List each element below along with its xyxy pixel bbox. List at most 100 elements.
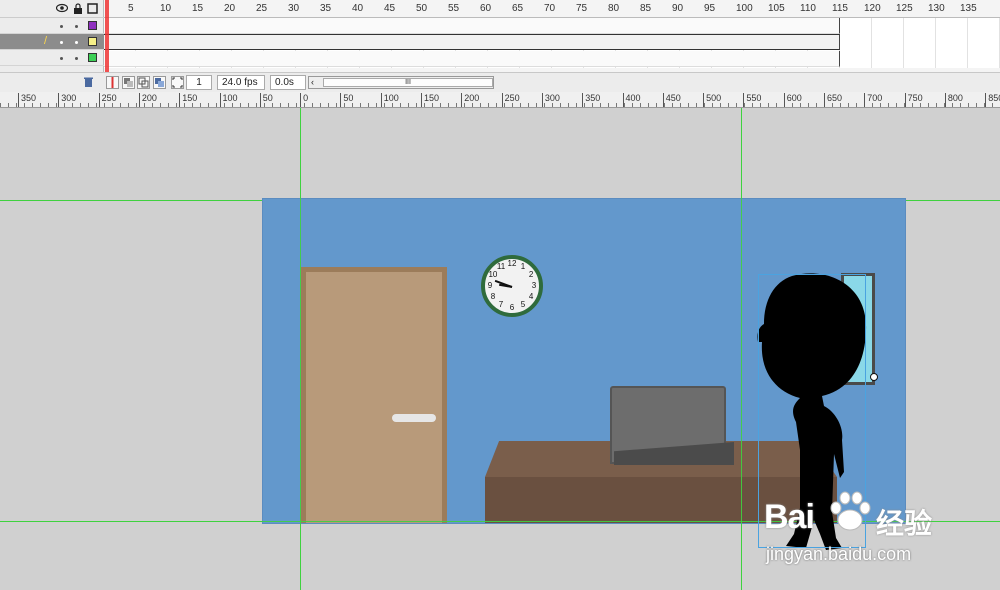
layer-row[interactable] xyxy=(0,18,104,34)
clock-number: 1 xyxy=(520,261,526,271)
frame-number-label: 60 xyxy=(480,3,492,14)
frame-number-label: 120 xyxy=(864,3,881,14)
frame-number-label: 90 xyxy=(672,3,684,14)
wall-clock[interactable]: 12 1 2 3 4 5 6 7 8 9 10 11 xyxy=(481,255,543,317)
clock-number: 3 xyxy=(531,281,537,290)
ruler-label: 550 xyxy=(743,93,761,107)
ruler-label: 800 xyxy=(944,93,963,107)
frame-number-label: 70 xyxy=(544,3,556,14)
onion-outline-icon[interactable] xyxy=(137,76,150,89)
ruler-label: 200 xyxy=(461,93,479,107)
frame-track[interactable] xyxy=(104,18,840,34)
ruler-label: 500 xyxy=(703,93,721,107)
frame-number-label: 15 xyxy=(192,3,204,14)
frame-number-label: 85 xyxy=(640,3,652,14)
clock-number: 4 xyxy=(528,292,534,301)
frame-number-label: 10 xyxy=(160,3,172,14)
timeline-panel: / 5 10 15 20 25 30 35 40 45 50 55 60 65 70 75 80 85 90 95 1… xyxy=(0,0,1000,92)
layer-color-swatch[interactable] xyxy=(88,53,97,62)
visibility-dot[interactable] xyxy=(60,41,63,44)
modify-markers-icon[interactable] xyxy=(171,76,184,89)
clock-number: 11 xyxy=(496,261,506,271)
frame-number-label: 50 xyxy=(416,3,428,14)
visibility-dot[interactable] xyxy=(60,57,63,60)
registration-point[interactable] xyxy=(870,373,878,381)
clock-number: 8 xyxy=(490,292,496,301)
ruler-label: 850 xyxy=(985,93,1000,107)
edit-multiple-frames-icon[interactable] xyxy=(153,76,166,89)
frame-number-label: 110 xyxy=(800,3,816,14)
clock-number: 7 xyxy=(498,300,504,310)
frame-rate-field[interactable]: 24.0 fps xyxy=(217,75,265,90)
ruler-label: 250 xyxy=(98,93,117,107)
ruler-label: 350 xyxy=(582,93,600,107)
current-frame-field[interactable]: 1 xyxy=(186,75,212,90)
ruler-label: 100 xyxy=(219,93,238,107)
frame-number-label: 75 xyxy=(576,3,588,14)
pencil-icon: / xyxy=(44,35,48,47)
scroll-left-icon[interactable]: ‹ xyxy=(311,77,314,88)
ruler-label: 400 xyxy=(622,93,641,107)
ruler-label: 450 xyxy=(662,93,681,107)
outline-icon[interactable] xyxy=(87,3,98,14)
door-graphic[interactable] xyxy=(301,267,447,523)
timeline-scrollbar[interactable]: ‹ III xyxy=(308,76,494,89)
trash-icon[interactable] xyxy=(82,76,95,89)
baidu-watermark: Bai 经验 jingyan.baidu.com xyxy=(764,486,996,582)
frame-track-selected[interactable] xyxy=(104,34,840,50)
lock-dot[interactable] xyxy=(75,25,78,28)
ruler-label: 650 xyxy=(824,93,842,107)
frame-number-label: 95 xyxy=(704,3,716,14)
onion-skin-icon[interactable] xyxy=(122,76,135,89)
eye-icon[interactable] xyxy=(55,3,69,14)
clock-number: 10 xyxy=(488,270,498,279)
lock-dot[interactable] xyxy=(75,41,78,44)
ruler-label: 100 xyxy=(380,93,399,107)
frame-number-label: 45 xyxy=(384,3,396,14)
frame-number-label: 25 xyxy=(256,3,268,14)
lock-icon[interactable] xyxy=(72,3,83,14)
guide-line-vertical-overlay xyxy=(741,108,742,590)
watermark-suffix: 经验 xyxy=(876,507,933,540)
frame-number-label: 65 xyxy=(512,3,524,14)
watermark-brand: Bai xyxy=(764,498,815,536)
frame-grid[interactable] xyxy=(104,18,1000,68)
frame-number-label: 55 xyxy=(448,3,460,14)
watermark-url: jingyan.baidu.com xyxy=(766,544,912,564)
ruler-label: 250 xyxy=(501,93,520,107)
frame-ruler[interactable]: 5 10 15 20 25 30 35 40 45 50 55 60 65 70 75 80 85 90 95 100… xyxy=(104,0,1000,18)
frame-number-label: 35 xyxy=(320,3,332,14)
frame-number-label: 40 xyxy=(352,3,364,14)
center-frame-icon[interactable] xyxy=(106,76,119,89)
paw-icon xyxy=(830,491,871,531)
lock-dot[interactable] xyxy=(75,57,78,60)
playhead[interactable] xyxy=(105,0,109,72)
ruler-label: 750 xyxy=(904,93,923,107)
frame-track[interactable] xyxy=(104,51,840,67)
layer-row[interactable] xyxy=(0,50,104,66)
clock-number: 9 xyxy=(487,281,493,290)
timeline-footer: 1 24.0 fps 0.0s ‹ III xyxy=(0,72,1000,92)
frame-number-label: 80 xyxy=(608,3,620,14)
layer-color-swatch[interactable] xyxy=(88,37,97,46)
ruler-label: 50 xyxy=(340,93,353,107)
clock-number: 5 xyxy=(520,300,526,310)
guide-line-vertical-overlay xyxy=(300,108,301,590)
visibility-dot[interactable] xyxy=(60,25,63,28)
frame-number-label: 30 xyxy=(288,3,300,14)
ruler-label: 600 xyxy=(783,93,802,107)
layer-color-swatch[interactable] xyxy=(88,21,97,30)
frame-number-label: 5 xyxy=(128,3,134,14)
ruler-label: 350 xyxy=(18,93,36,107)
ruler-label: 700 xyxy=(864,93,882,107)
layer-row-selected[interactable]: / xyxy=(0,34,104,50)
elapsed-time-field[interactable]: 0.0s xyxy=(270,75,306,90)
scrollbar-thumb[interactable]: III xyxy=(323,78,493,87)
clock-number: 2 xyxy=(528,270,534,279)
ruler-label: 0 xyxy=(300,93,308,107)
clock-number: 6 xyxy=(509,303,515,312)
horizontal-ruler[interactable]: 350 300 250 200 150 100 50 0 50 100 150 200 250 300 35… xyxy=(0,92,1000,108)
ruler-label: 150 xyxy=(179,93,197,107)
frame-number-label: 125 xyxy=(896,3,913,14)
frame-number-label: 115 xyxy=(832,3,848,14)
